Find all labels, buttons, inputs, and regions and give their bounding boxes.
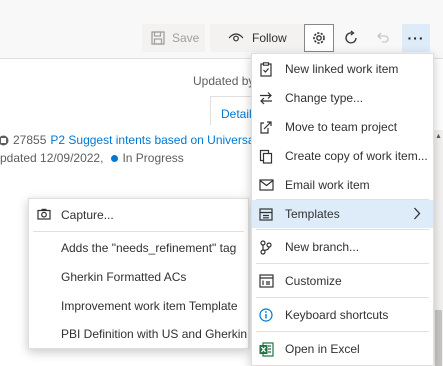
copy-icon (258, 148, 274, 164)
menu-item-label: Keyboard shortcuts (285, 308, 389, 322)
linked-work-item-icon (258, 61, 274, 77)
submenu-item-label: Adds the "needs_refinement" tag (61, 241, 237, 255)
parent-title[interactable]: P2 Suggest intents based on Universal (50, 133, 257, 147)
info-icon (258, 307, 274, 323)
menu-item-templates[interactable]: Templates (252, 200, 433, 228)
menu-item-label: Create copy of work item... (285, 149, 428, 163)
chevron-right-icon (414, 207, 421, 220)
save-icon (151, 31, 165, 45)
work-item-type-icon (0, 135, 9, 145)
menu-item-label: Open in Excel (285, 342, 360, 356)
menu-item-change-type[interactable]: Change type... (252, 84, 433, 112)
menu-item-label: New branch... (285, 240, 360, 254)
templates-icon (258, 206, 274, 222)
follow-label: Follow (252, 31, 287, 45)
menu-item-email-work-item[interactable]: Email work item (252, 171, 433, 199)
state-dot-icon (111, 154, 119, 162)
follow-button[interactable]: Follow (210, 24, 304, 52)
more-actions-menu: New linked work item Change type... Move… (251, 53, 434, 366)
menu-divider (256, 297, 429, 298)
save-button[interactable]: Save (142, 24, 205, 52)
email-icon (258, 177, 274, 193)
submenu-item-label: Improvement work item Template (61, 299, 238, 313)
refresh-button[interactable] (336, 24, 366, 52)
menu-item-move-to-team-project[interactable]: Move to team project (252, 113, 433, 141)
refresh-icon (345, 30, 357, 44)
more-actions-button[interactable]: ··· (402, 24, 430, 52)
submenu-item-template[interactable]: PBI Definition with US and Gherkin (29, 321, 248, 347)
scrollbar-thumb[interactable] (435, 310, 442, 366)
move-project-icon (258, 119, 274, 135)
updated-by-text: Updated by (193, 74, 255, 88)
menu-item-open-in-excel[interactable]: Open in Excel (252, 335, 433, 363)
submenu-item-template[interactable]: Gherkin Formatted ACs (29, 264, 248, 290)
menu-divider (256, 263, 429, 264)
customize-icon (258, 273, 274, 289)
submenu-item-capture[interactable]: Capture... (29, 202, 248, 228)
menu-item-label: Email work item (285, 178, 370, 192)
menu-divider (256, 331, 429, 332)
settings-button[interactable] (304, 24, 334, 52)
submenu-item-template[interactable]: Improvement work item Template (29, 293, 248, 319)
parent-link[interactable]: 27855 P2 Suggest intents based on Univer… (0, 133, 257, 147)
parent-state: In Progress (122, 151, 184, 165)
submenu-item-label: Gherkin Formatted ACs (61, 270, 187, 284)
templates-submenu: Capture... Adds the "needs_refinement" t… (28, 198, 249, 349)
details-tab-label: Detail (221, 107, 252, 121)
submenu-item-label: PBI Definition with US and Gherkin (61, 327, 248, 341)
eye-icon (228, 33, 244, 42)
change-type-icon (258, 90, 274, 106)
work-item-toolbar: Save Follow ··· (0, 0, 443, 59)
menu-item-label: Change type... (285, 91, 364, 105)
menu-item-label: Templates (285, 207, 340, 221)
camera-icon (37, 208, 51, 220)
excel-icon (258, 341, 274, 357)
submenu-divider (33, 231, 244, 232)
menu-item-label: New linked work item (285, 62, 399, 76)
parent-id: 27855 (13, 133, 47, 147)
submenu-item-template[interactable]: Adds the "needs_refinement" tag (29, 235, 248, 261)
menu-item-customize[interactable]: Customize (252, 267, 433, 295)
menu-item-new-branch[interactable]: New branch... (252, 233, 433, 261)
parent-status-line: pdated 12/09/2022, In Progress (0, 151, 184, 165)
submenu-item-label: Capture... (61, 208, 114, 222)
parent-updated-date: pdated 12/09/2022, (0, 151, 104, 165)
save-label: Save (172, 31, 200, 45)
menu-item-new-linked-work-item[interactable]: New linked work item (252, 55, 433, 83)
menu-item-create-copy[interactable]: Create copy of work item... (252, 142, 433, 170)
branch-icon (258, 239, 274, 255)
gear-icon (313, 32, 325, 44)
undo-button[interactable] (368, 24, 398, 52)
menu-item-label: Customize (285, 274, 342, 288)
menu-item-keyboard-shortcuts[interactable]: Keyboard shortcuts (252, 301, 433, 329)
scroll-up-icon[interactable]: ▲ (435, 133, 442, 140)
undo-icon (377, 32, 389, 43)
menu-divider (256, 229, 429, 230)
menu-item-label: Move to team project (285, 120, 398, 134)
